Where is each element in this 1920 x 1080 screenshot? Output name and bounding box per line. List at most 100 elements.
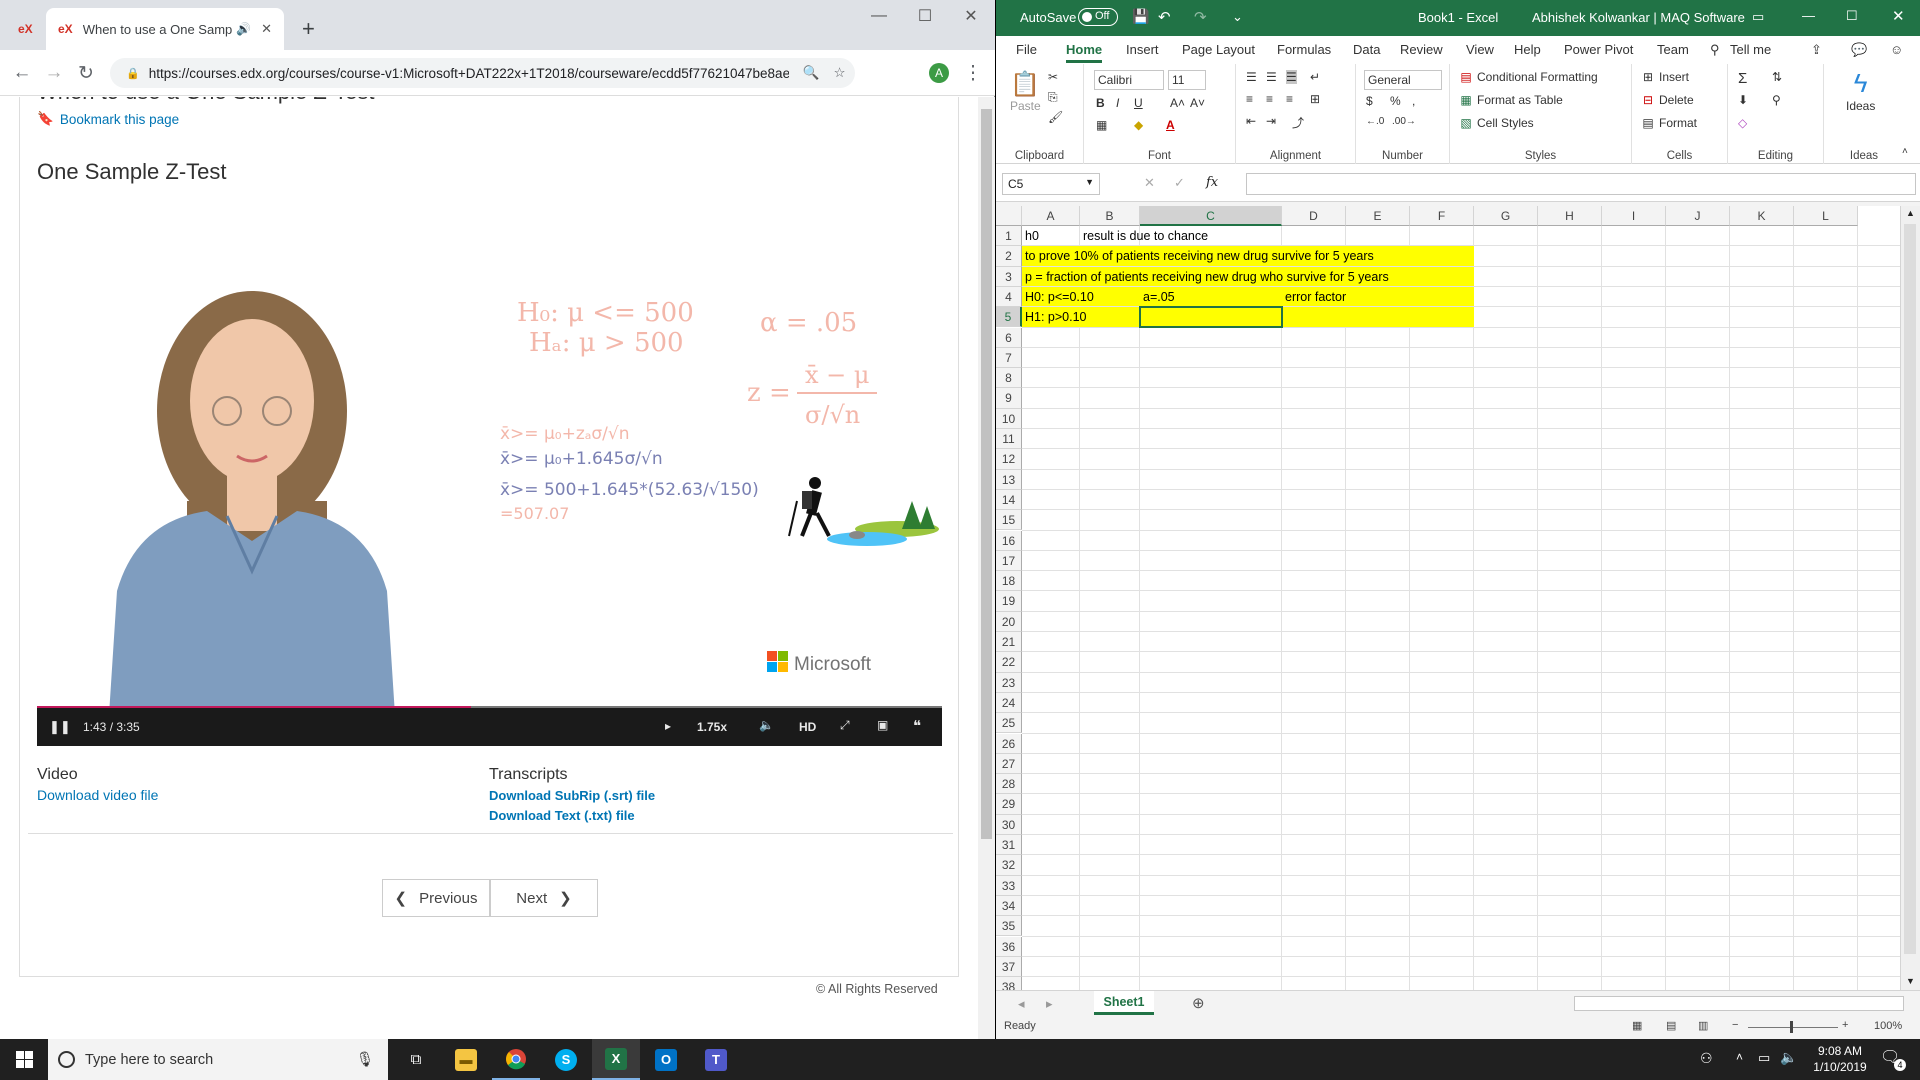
cancel-icon[interactable]: ✕ — [1144, 175, 1155, 191]
column-header-i[interactable]: I — [1602, 206, 1666, 226]
forward-icon[interactable]: → — [41, 60, 67, 86]
fullscreen-icon[interactable]: ⤢ — [840, 718, 850, 733]
hd-button[interactable]: HD — [799, 720, 816, 734]
row-header-38[interactable]: 38 — [996, 977, 1022, 990]
fill-color-icon[interactable]: ◆ — [1134, 118, 1143, 132]
find-select-icon[interactable]: ⚲ — [1772, 93, 1781, 107]
row-header-24[interactable]: 24 — [996, 692, 1022, 714]
column-header-d[interactable]: D — [1282, 206, 1346, 226]
row-header-3[interactable]: 3 — [996, 266, 1022, 287]
people-icon[interactable]: ⚇ — [1700, 1050, 1713, 1067]
ribbon-display-icon[interactable]: ▭ — [1752, 9, 1764, 25]
row-header-6[interactable]: 6 — [996, 327, 1022, 348]
cell-a4[interactable]: H0: p<=0.10 — [1022, 287, 1094, 307]
format-cells-button[interactable]: ▤ Format — [1640, 116, 1697, 130]
zoom-out-icon[interactable]: − — [1732, 1019, 1738, 1031]
menu-tell-me[interactable]: Tell me — [1730, 42, 1771, 57]
menu-power-pivot[interactable]: Power Pivot — [1564, 42, 1633, 57]
menu-team[interactable]: Team — [1657, 42, 1689, 57]
star-icon[interactable]: ☆ — [834, 65, 846, 81]
download-video-link[interactable]: Download video file — [37, 787, 158, 803]
row-header-9[interactable]: 9 — [996, 388, 1022, 409]
zoom-level[interactable]: 100% — [1874, 1020, 1902, 1032]
orientation-icon[interactable]: ⤴ — [1292, 114, 1304, 131]
volume-icon[interactable]: 🔈 — [1780, 1049, 1797, 1066]
column-header-a[interactable]: A — [1022, 206, 1080, 226]
cell-styles-button[interactable]: ▧ Cell Styles — [1458, 116, 1533, 130]
page-break-view-icon[interactable]: ▥ — [1698, 1019, 1708, 1032]
next-button[interactable]: Next ❯ — [490, 879, 598, 917]
previous-button[interactable]: ❮ Previous — [382, 879, 490, 917]
address-bar[interactable]: 🔒 https://courses.edx.org/courses/course… — [110, 58, 855, 88]
column-header-l[interactable]: L — [1794, 206, 1858, 226]
comma-icon[interactable]: , — [1412, 94, 1415, 108]
redo-icon[interactable]: ↷ — [1194, 8, 1207, 26]
worksheet-scrollbar[interactable]: ▲ ▼ — [1900, 206, 1920, 990]
row-header-26[interactable]: 26 — [996, 733, 1022, 754]
horizontal-scrollbar[interactable] — [1574, 996, 1904, 1011]
increase-indent-icon[interactable]: ⇥ — [1266, 114, 1276, 128]
clock[interactable]: 9:08 AM 1/10/2019 — [1808, 1043, 1872, 1075]
align-top-icon[interactable]: ☰ — [1246, 70, 1257, 84]
conditional-formatting-button[interactable]: ▤ Conditional Formatting — [1458, 70, 1597, 84]
file-explorer-icon[interactable]: ▬ — [442, 1039, 490, 1080]
format-painter-icon[interactable]: 🖌 — [1048, 110, 1063, 124]
menu-icon[interactable]: ⋮ — [960, 60, 986, 86]
align-middle-icon[interactable]: ☰ — [1266, 70, 1277, 84]
menu-view[interactable]: View — [1466, 42, 1494, 57]
speed-button[interactable]: 1.75x — [697, 720, 727, 734]
network-icon[interactable]: ▭ — [1758, 1050, 1770, 1066]
align-center-icon[interactable]: ≡ — [1266, 92, 1273, 106]
outlook-icon[interactable]: O — [642, 1039, 690, 1080]
cut-icon[interactable]: ✂ — [1048, 70, 1058, 84]
menu-page-layout[interactable]: Page Layout — [1182, 42, 1255, 57]
scrollbar-thumb[interactable] — [981, 109, 992, 839]
speed-arrow-icon[interactable]: ▸ — [665, 719, 671, 733]
row-header-10[interactable]: 10 — [996, 408, 1022, 429]
column-header-b[interactable]: B — [1080, 206, 1140, 226]
scroll-up-icon[interactable]: ▲ — [1906, 208, 1915, 218]
row-header-7[interactable]: 7 — [996, 347, 1022, 369]
row-header-22[interactable]: 22 — [996, 652, 1022, 673]
row-header-36[interactable]: 36 — [996, 936, 1022, 957]
row-header-31[interactable]: 31 — [996, 835, 1022, 856]
increase-decimal-icon[interactable]: ←.0 — [1366, 116, 1384, 127]
close-window-icon[interactable]: ✕ — [1892, 7, 1905, 25]
font-size-select[interactable]: 11 — [1168, 70, 1206, 90]
shrink-font-icon[interactable]: A˅ — [1190, 96, 1205, 110]
currency-icon[interactable]: $ — [1366, 94, 1373, 108]
action-center-icon[interactable]: 🗨 4 — [1880, 1047, 1906, 1071]
cell-d4[interactable]: error factor — [1282, 287, 1346, 307]
scroll-down-icon[interactable]: ▼ — [1906, 976, 1915, 986]
video-player[interactable]: H₀: μ <= 500 Hₐ: μ > 500 α = .05 z = x̄ … — [37, 201, 942, 746]
row-header-33[interactable]: 33 — [996, 875, 1022, 896]
menu-data[interactable]: Data — [1353, 42, 1380, 57]
format-as-table-button[interactable]: ▦ Format as Table — [1458, 93, 1563, 107]
minimize-icon[interactable]: — — [856, 0, 902, 32]
close-window-icon[interactable]: ✕ — [948, 0, 994, 32]
row-header-4[interactable]: 4 — [996, 286, 1022, 308]
page-scrollbar[interactable] — [978, 97, 995, 1039]
volume-icon[interactable]: 🔈 — [759, 718, 774, 732]
search-icon[interactable]: ⚲ — [1710, 42, 1720, 58]
zoom-icon[interactable]: 🔍 — [803, 65, 820, 81]
merge-center-icon[interactable]: ⊞ — [1310, 92, 1320, 106]
formula-input[interactable] — [1246, 173, 1916, 195]
skype-icon[interactable]: S — [542, 1039, 590, 1080]
comments-icon[interactable]: 💬 — [1851, 42, 1867, 58]
column-header-g[interactable]: G — [1474, 206, 1538, 226]
share-icon[interactable]: ⇪ — [1811, 42, 1822, 58]
maximize-icon[interactable]: ☐ — [1846, 8, 1858, 24]
close-tab-icon[interactable]: ✕ — [261, 21, 272, 37]
microphone-icon[interactable]: 🎙 — [356, 1051, 374, 1068]
windows-start-icon[interactable] — [0, 1039, 48, 1080]
row-header-30[interactable]: 30 — [996, 814, 1022, 835]
menu-help[interactable]: Help — [1514, 42, 1541, 57]
user-name[interactable]: Abhishek Kolwankar | MAQ Software — [1532, 10, 1745, 25]
row-header-19[interactable]: 19 — [996, 591, 1022, 612]
add-sheet-icon[interactable]: ⊕ — [1192, 994, 1205, 1012]
normal-view-icon[interactable]: ▦ — [1632, 1019, 1642, 1032]
autosave-toggle[interactable]: Off — [1078, 8, 1118, 26]
transcript-icon[interactable]: ❝ — [913, 717, 921, 735]
row-header-34[interactable]: 34 — [996, 895, 1022, 917]
